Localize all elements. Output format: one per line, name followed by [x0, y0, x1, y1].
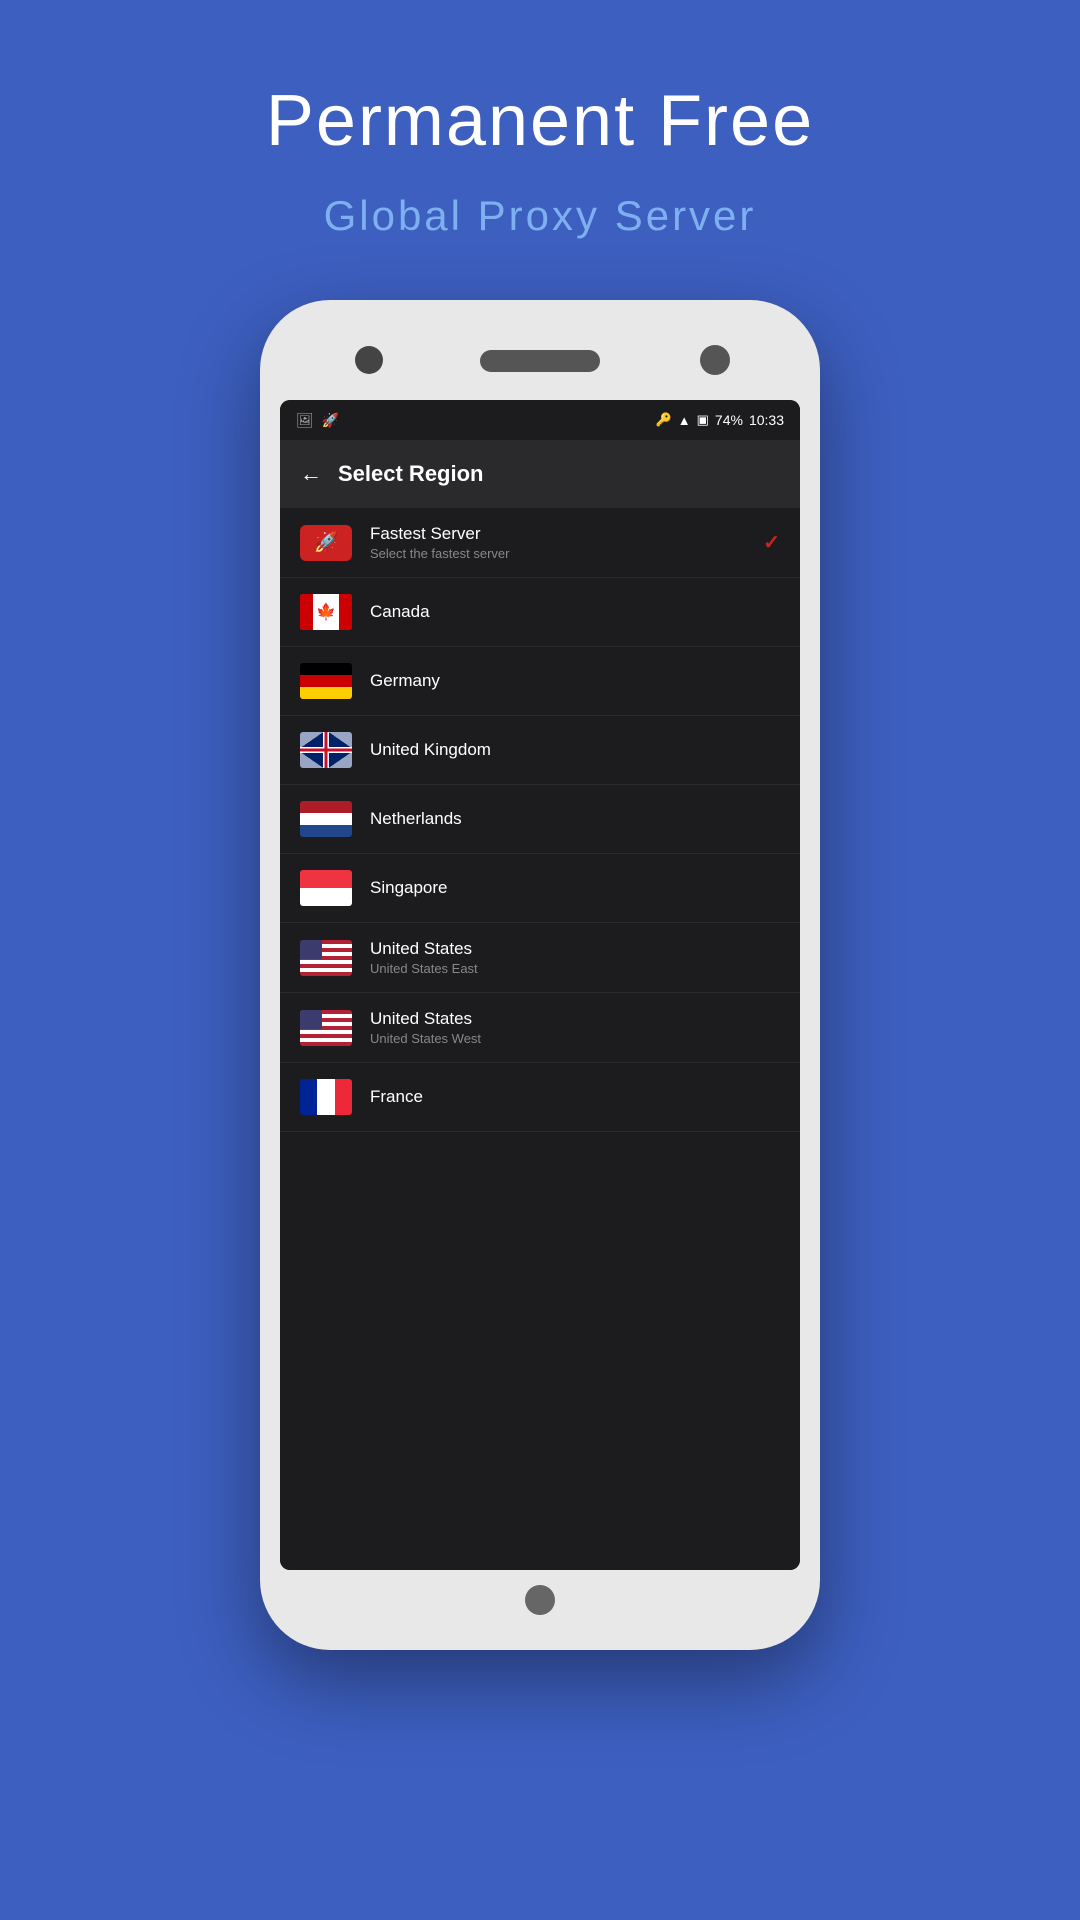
- server-item-us-east[interactable]: United States United States East: [280, 923, 800, 993]
- phone-screen: 🖼 🚀 🔑 ▲ ▣ 74% 10:33 ← Select Region 🚀 Fas…: [280, 400, 800, 1570]
- server-name-canada: Canada: [370, 602, 780, 622]
- flag-rocket: 🚀: [300, 525, 352, 561]
- server-info-singapore: Singapore: [370, 878, 780, 898]
- server-item-germany[interactable]: Germany: [280, 647, 800, 716]
- server-name-netherlands: Netherlands: [370, 809, 780, 829]
- check-icon-fastest: ✓: [763, 530, 780, 555]
- server-name-us-east: United States: [370, 939, 780, 959]
- page-title: Permanent Free: [266, 80, 814, 162]
- server-item-france[interactable]: France: [280, 1063, 800, 1132]
- home-button[interactable]: [525, 1585, 555, 1615]
- server-info-netherlands: Netherlands: [370, 809, 780, 829]
- key-icon: 🔑: [656, 412, 672, 428]
- camera: [700, 345, 730, 375]
- front-camera: [355, 346, 383, 374]
- server-name-fastest: Fastest Server: [370, 524, 763, 544]
- flag-germany: [300, 663, 352, 699]
- server-info-germany: Germany: [370, 671, 780, 691]
- flag-canada: 🍁: [300, 594, 352, 630]
- server-name-us-west: United States: [370, 1009, 780, 1029]
- flag-france: [300, 1079, 352, 1115]
- server-info-france: France: [370, 1087, 780, 1107]
- server-name-france: France: [370, 1087, 780, 1107]
- server-list[interactable]: 🚀 Fastest Server Select the fastest server…: [280, 508, 800, 1570]
- time: 10:33: [749, 412, 784, 428]
- flag-singapore: [300, 870, 352, 906]
- wifi-icon: ▲: [678, 413, 691, 428]
- server-item-canada[interactable]: 🍁 Canada: [280, 578, 800, 647]
- server-item-netherlands[interactable]: Netherlands: [280, 785, 800, 854]
- flag-uk: [300, 732, 352, 768]
- battery-level: 74%: [715, 412, 743, 428]
- server-item-singapore[interactable]: Singapore: [280, 854, 800, 923]
- back-button[interactable]: ←: [300, 461, 322, 487]
- server-info-us-east: United States United States East: [370, 939, 780, 976]
- server-subtitle-us-west: United States West: [370, 1031, 780, 1046]
- server-subtitle-fastest: Select the fastest server: [370, 546, 763, 561]
- app-header: ← Select Region: [280, 440, 800, 508]
- phone-mockup: 🖼 🚀 🔑 ▲ ▣ 74% 10:33 ← Select Region 🚀 Fas…: [260, 300, 820, 1650]
- status-bar: 🖼 🚀 🔑 ▲ ▣ 74% 10:33: [280, 400, 800, 440]
- flag-netherlands: [300, 801, 352, 837]
- signal-icon: ▣: [697, 412, 709, 428]
- server-info-canada: Canada: [370, 602, 780, 622]
- flag-usa: [300, 940, 352, 976]
- speaker: [480, 350, 600, 372]
- server-name-germany: Germany: [370, 671, 780, 691]
- server-item-us-west[interactable]: United States United States West: [280, 993, 800, 1063]
- server-subtitle-us-east: United States East: [370, 961, 780, 976]
- server-info-uk: United Kingdom: [370, 740, 780, 760]
- server-name-singapore: Singapore: [370, 878, 780, 898]
- vpn-icon: 🚀: [322, 412, 339, 429]
- notification-icon: 🖼: [296, 412, 314, 429]
- page-subtitle: Global Proxy Server: [324, 192, 757, 240]
- flag-usa: [300, 1010, 352, 1046]
- server-info-us-west: United States United States West: [370, 1009, 780, 1046]
- screen-title: Select Region: [338, 461, 483, 487]
- server-info-fastest: Fastest Server Select the fastest server: [370, 524, 763, 561]
- server-item-fastest[interactable]: 🚀 Fastest Server Select the fastest server…: [280, 508, 800, 578]
- server-item-uk[interactable]: United Kingdom: [280, 716, 800, 785]
- server-name-uk: United Kingdom: [370, 740, 780, 760]
